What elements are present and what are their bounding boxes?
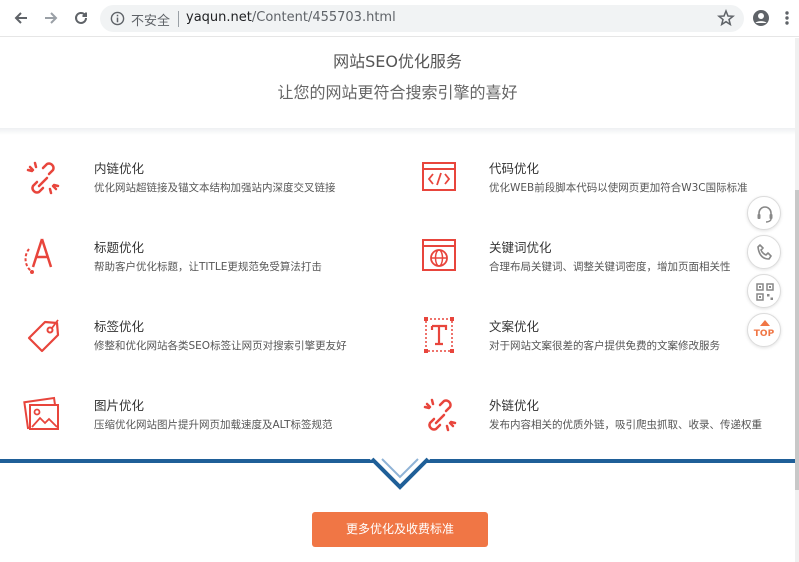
section-shadow xyxy=(0,128,795,135)
account-icon[interactable] xyxy=(752,9,770,31)
address-bar[interactable]: 不安全 yaqun.net/Content/455703.html xyxy=(100,5,744,32)
feature-external-links: 外链优化 发布内容相关的优质外链，吸引爬虫抓取、收录、传递权重 xyxy=(420,395,795,447)
info-icon[interactable] xyxy=(110,11,125,26)
feature-title: 标题优化 xyxy=(94,240,145,255)
qrcode-icon xyxy=(756,283,774,301)
feature-title: 标签优化 xyxy=(94,319,145,334)
forward-arrow-icon[interactable] xyxy=(42,9,60,27)
security-status: 不安全 xyxy=(131,14,171,29)
feature-desc: 压缩优化网站图片提升网页加载速度及ALT标签规范 xyxy=(94,419,333,431)
tag-icon xyxy=(27,319,60,353)
feature-desc: 对于网站文案很差的客户提供免费的文案修改服务 xyxy=(489,340,720,352)
feature-desc: 帮助客户优化标题，让TITLE更规范免受算法打击 xyxy=(94,261,322,273)
reload-icon[interactable] xyxy=(72,9,90,27)
url-text[interactable]: yaqun.net/Content/455703.html xyxy=(186,10,396,25)
globe-window-icon xyxy=(422,239,456,271)
browser-toolbar: 不安全 yaqun.net/Content/455703.html xyxy=(0,0,799,37)
feature-tags: 标签优化 修整和优化网站各类SEO标签让网页对搜索引擎更友好 xyxy=(23,316,403,368)
chevron-down-icon xyxy=(368,457,432,491)
feature-desc: 修整和优化网站各类SEO标签让网页对搜索引擎更友好 xyxy=(94,340,347,352)
top-label: TOP xyxy=(753,329,775,339)
image-icon xyxy=(23,396,59,430)
feature-copywriting: 文案优化 对于网站文案很差的客户提供免费的文案修改服务 xyxy=(420,316,795,368)
feature-desc: 合理布局关键词、调整关键词密度，增加页面相关性 xyxy=(489,261,731,273)
bookmark-star-icon[interactable] xyxy=(717,8,735,31)
feature-title: 代码优化 xyxy=(489,161,540,176)
menu-dots-icon[interactable] xyxy=(783,9,791,31)
qrcode-button[interactable] xyxy=(747,274,781,308)
feature-title: 外链优化 xyxy=(489,398,540,413)
phone-button[interactable] xyxy=(747,235,781,269)
back-to-top-button[interactable]: TOP xyxy=(747,313,781,347)
page-content: 网站SEO优化服务 让您的网站更符合搜索引擎的喜好 内链优化 优化网站超链接及锚… xyxy=(0,38,799,562)
letter-a-icon xyxy=(24,238,53,274)
feature-images: 图片优化 压缩优化网站图片提升网页加载速度及ALT标签规范 xyxy=(23,395,403,447)
page-subtitle: 让您的网站更符合搜索引擎的喜好 xyxy=(277,83,518,102)
omnibox-divider xyxy=(178,11,179,27)
broken-link-icon xyxy=(423,398,457,432)
feature-internal-links: 内链优化 优化网站超链接及锚文本结构加强站内深度交叉链接 xyxy=(23,158,403,210)
headset-icon xyxy=(757,206,773,223)
url-path: /Content/455703.html xyxy=(251,10,396,25)
back-arrow-icon[interactable] xyxy=(12,9,30,27)
feature-title: 关键词优化 xyxy=(489,240,552,255)
feature-desc: 发布内容相关的优质外链，吸引爬虫抓取、收录、传递权重 xyxy=(489,419,762,431)
feature-desc: 优化网站超链接及锚文本结构加强站内深度交叉链接 xyxy=(94,182,336,194)
feature-title: 内链优化 xyxy=(94,161,145,176)
page-title: 网站SEO优化服务 xyxy=(333,52,462,71)
phone-icon xyxy=(757,244,772,260)
text-t-icon xyxy=(424,317,454,353)
arrow-up-icon xyxy=(760,320,770,326)
broken-link-icon xyxy=(26,161,60,195)
feature-desc: 优化WEB前段脚本代码以使网页更加符合W3C国际标准 xyxy=(489,182,748,194)
feature-code: 代码优化 优化WEB前段脚本代码以使网页更加符合W3C国际标准 xyxy=(420,158,795,210)
feature-title: 文案优化 xyxy=(489,319,540,334)
customer-service-button[interactable] xyxy=(747,196,781,230)
feature-title-opt: 标题优化 帮助客户优化标题，让TITLE更规范免受算法打击 xyxy=(23,237,403,289)
hero-section: 网站SEO优化服务 让您的网站更符合搜索引擎的喜好 xyxy=(0,38,799,128)
feature-keywords: 关键词优化 合理布局关键词、调整关键词密度，增加页面相关性 xyxy=(420,237,795,289)
more-pricing-button[interactable]: 更多优化及收费标准 xyxy=(312,512,488,547)
url-host: yaqun.net xyxy=(186,10,252,25)
scrollbar-thumb[interactable] xyxy=(795,190,799,490)
feature-title: 图片优化 xyxy=(94,398,145,413)
code-window-icon xyxy=(422,162,456,191)
